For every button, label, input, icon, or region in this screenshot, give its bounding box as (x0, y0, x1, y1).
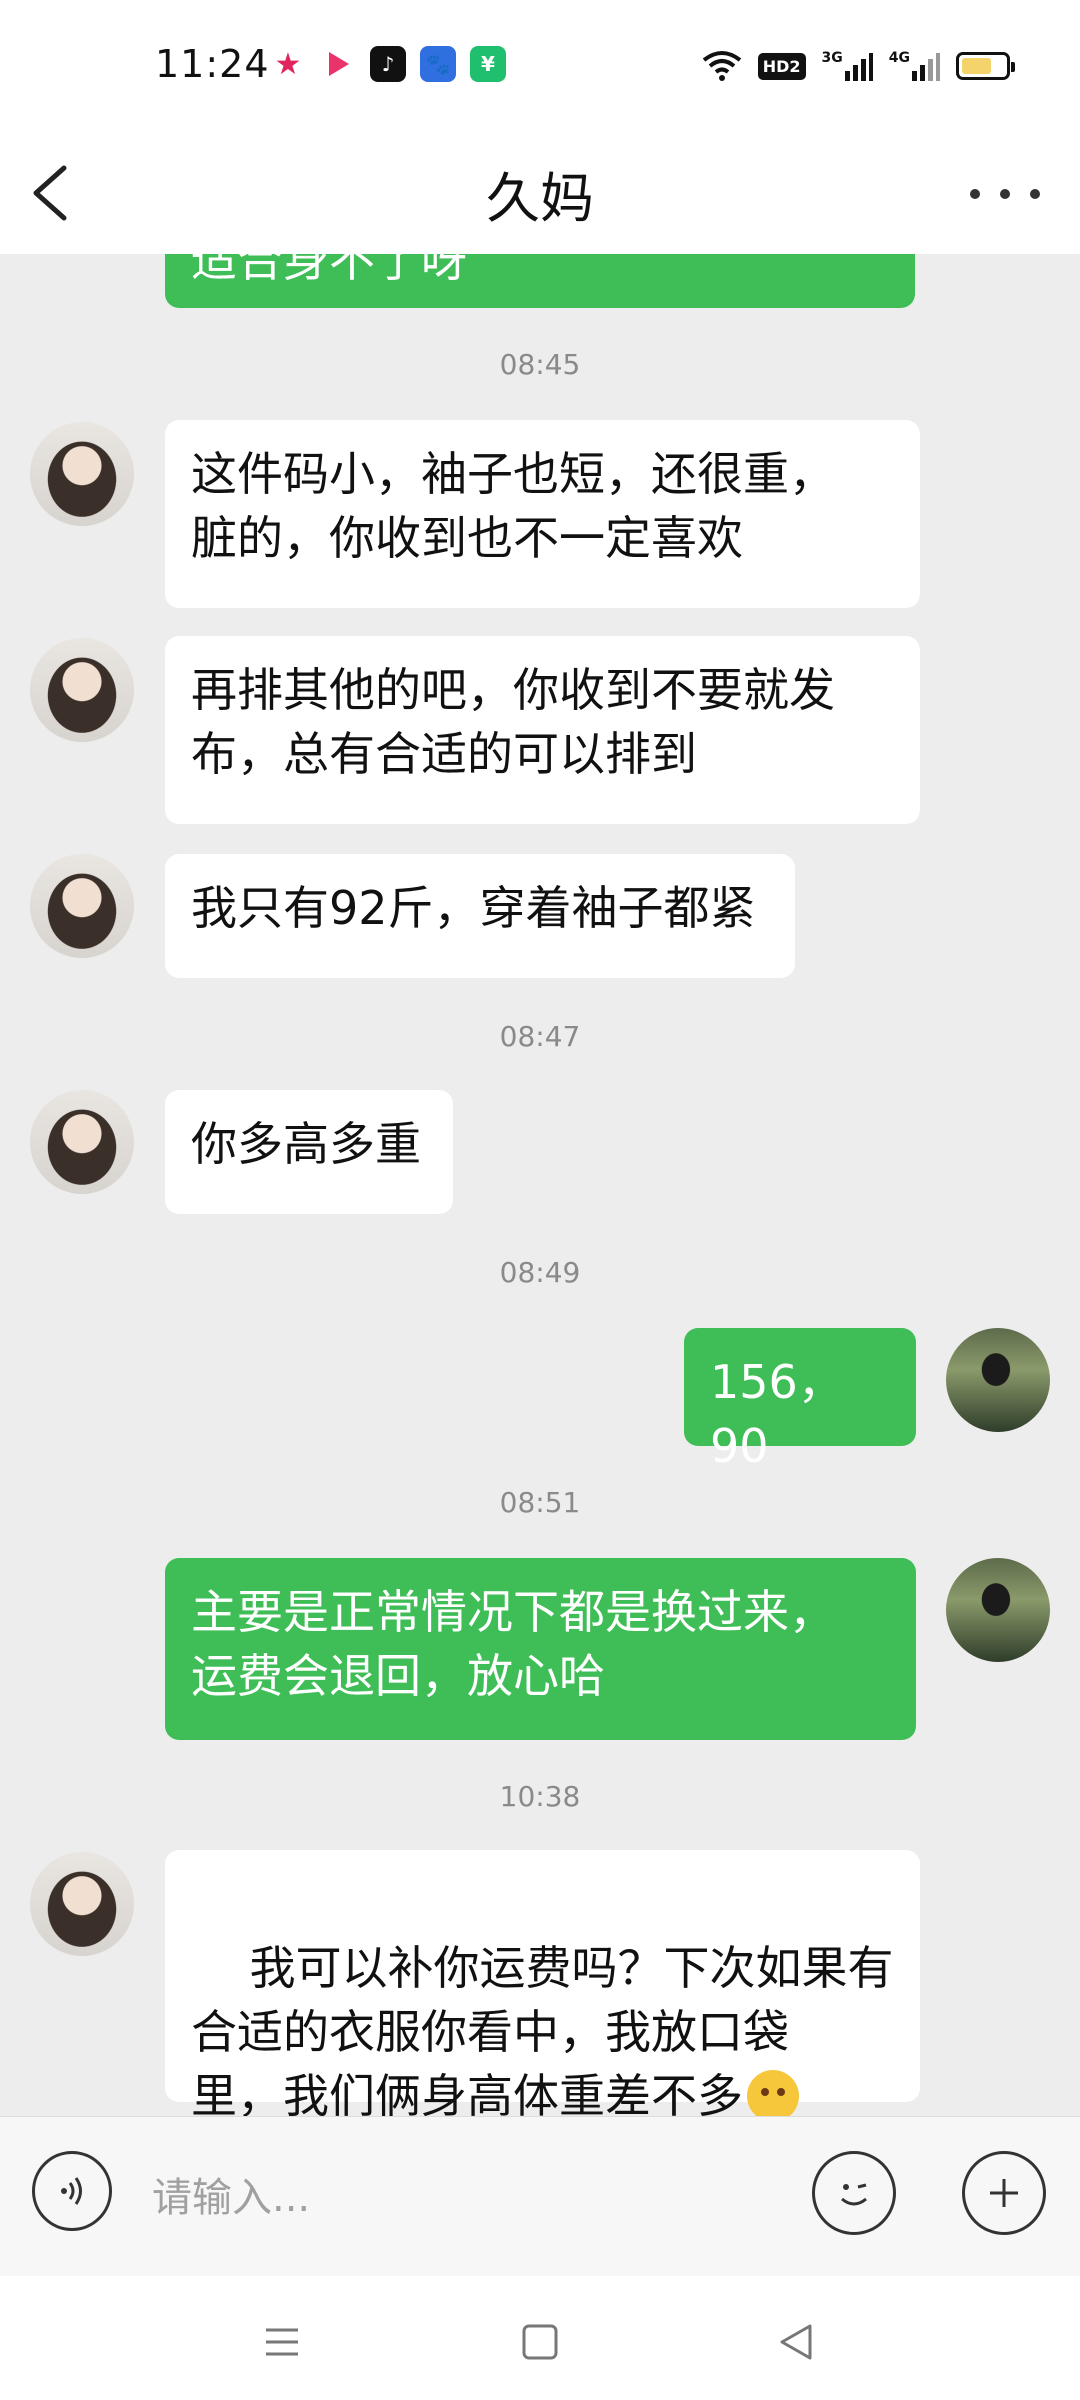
message-bubble-outgoing[interactable]: 主要是正常情况下都是换过来， 运费会退回，放心哈 (165, 1558, 916, 1740)
chat-header: 久妈 (0, 130, 1080, 254)
wifi-icon (702, 48, 742, 84)
message-timestamp: 08:47 (499, 1020, 581, 1053)
status-time: 11:24 (155, 42, 270, 86)
message-timestamp: 08:45 (499, 348, 581, 381)
message-input[interactable] (150, 2157, 774, 2239)
message-bubble-outgoing[interactable]: 适合身不了呀 (165, 254, 915, 308)
message-timestamp: 10:38 (499, 1780, 581, 1813)
more-dot-icon (1000, 189, 1010, 199)
video-app-icon (320, 46, 356, 82)
message-bubble-incoming[interactable]: 再排其他的吧，你收到不要就发 布，总有合适的可以排到 (165, 636, 920, 824)
signal-3g-icon: 3G (822, 48, 873, 84)
voice-input-button[interactable] (32, 2151, 112, 2231)
home-nav-button[interactable] (510, 2312, 570, 2372)
emoji-face-icon (841, 2183, 867, 2206)
back-nav-button[interactable] (766, 2312, 826, 2372)
voice-icon (61, 2177, 82, 2205)
signal-4g-icon: 4G (889, 48, 940, 84)
chat-title: 久妈 (486, 167, 594, 230)
home-square-icon (522, 2324, 558, 2360)
more-options-button[interactable] (970, 174, 1040, 214)
star-app-icon: ★ (270, 46, 306, 82)
my-avatar[interactable] (946, 1558, 1050, 1662)
more-dot-icon (1030, 189, 1040, 199)
hd-icon: HD2 (757, 48, 806, 84)
contact-avatar[interactable] (30, 638, 134, 742)
battery-icon (956, 48, 1015, 84)
menu-nav-button[interactable] (252, 2312, 312, 2372)
back-triangle-icon (780, 2324, 812, 2360)
contact-avatar[interactable] (30, 1852, 134, 1956)
notification-icons: ★ ♪ 🐾 ¥ (270, 46, 506, 82)
my-avatar[interactable] (946, 1328, 1050, 1432)
contact-avatar[interactable] (30, 422, 134, 526)
wechat-pay-icon: ¥ (470, 46, 506, 82)
contact-avatar[interactable] (30, 1090, 134, 1194)
tiktok-icon: ♪ (370, 46, 406, 82)
plus-icon (990, 2179, 1018, 2207)
message-bubble-incoming[interactable]: 这件码小，袖子也短，还很重， 脏的，你收到也不一定喜欢 (165, 420, 920, 608)
contact-avatar[interactable] (30, 854, 134, 958)
message-input-bar (0, 2116, 1080, 2277)
system-status-icons: HD2 3G 4G (702, 48, 1015, 84)
system-navigation-bar (0, 2276, 1080, 2400)
smiling-emoji-icon (747, 2070, 799, 2116)
menu-icon (266, 2328, 298, 2356)
message-bubble-outgoing[interactable]: 156，90 (684, 1328, 916, 1473)
status-bar: 11:24 ★ ♪ 🐾 ¥ HD2 3G 4G (0, 0, 1080, 130)
message-timestamp: 08:49 (499, 1256, 581, 1289)
more-dot-icon (970, 189, 980, 199)
message-bubble-incoming[interactable]: 我可以补你运费吗？下次如果有 合适的衣服你看中，我放口袋 里，我们俩身高体重差不… (165, 1850, 920, 2116)
message-bubble-incoming[interactable]: 我只有92斤，穿着袖子都紧 (165, 854, 795, 978)
message-timestamp: 08:51 (499, 1486, 581, 1519)
emoji-button[interactable] (812, 2151, 896, 2235)
baidu-icon: 🐾 (420, 46, 456, 82)
chat-history[interactable]: 适合身不了呀 08:45 这件码小，袖子也短，还很重， 脏的，你收到也不一定喜欢… (0, 254, 1080, 2116)
more-functions-button[interactable] (962, 2151, 1046, 2235)
message-bubble-incoming[interactable]: 你多高多重 (165, 1090, 453, 1214)
